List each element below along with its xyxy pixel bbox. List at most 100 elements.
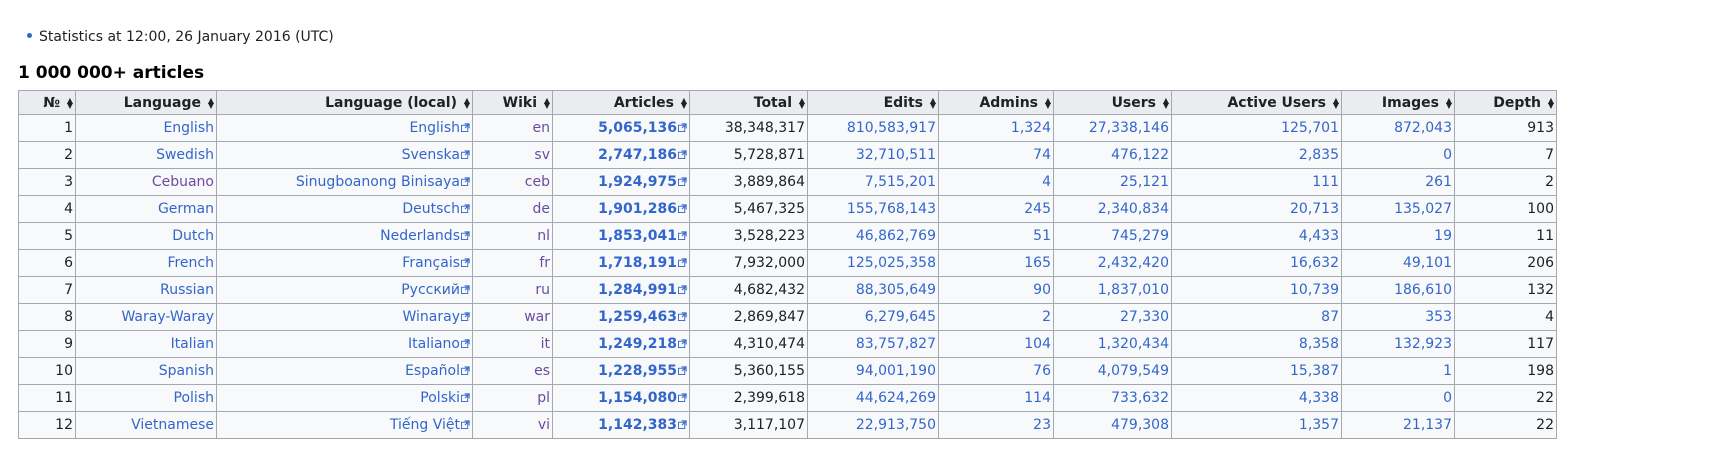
sort-arrows-icon[interactable]: ▲ ▼ — [796, 96, 805, 109]
active-link[interactable]: 4,433 — [1299, 228, 1339, 244]
external-link-icon[interactable] — [678, 392, 687, 402]
wiki-link[interactable]: de — [533, 201, 551, 217]
external-link-icon[interactable] — [461, 176, 470, 186]
articles-link[interactable]: 1,901,286 — [598, 201, 677, 217]
local-link[interactable]: Winaray — [403, 309, 461, 325]
external-link-icon[interactable] — [461, 284, 470, 294]
wiki-link[interactable]: pl — [537, 390, 550, 406]
local-link[interactable]: Français — [402, 255, 460, 271]
local-link[interactable]: Sinugboanong Binisaya — [296, 174, 460, 190]
local-link[interactable]: Svenska — [402, 147, 460, 163]
users-link[interactable]: 1,320,434 — [1098, 336, 1169, 352]
articles-link[interactable]: 1,259,463 — [598, 309, 677, 325]
edits-link[interactable]: 46,862,769 — [856, 228, 936, 244]
images-link[interactable]: 872,043 — [1394, 120, 1452, 136]
external-link-icon[interactable] — [461, 419, 470, 429]
admins-link[interactable]: 74 — [1033, 147, 1051, 163]
header-total[interactable]: Total ▲ ▼ — [689, 90, 808, 115]
admins-link[interactable]: 2 — [1042, 309, 1051, 325]
local-link[interactable]: Italiano — [408, 336, 460, 352]
articles-link[interactable]: 1,718,191 — [598, 255, 677, 271]
header-language-local[interactable]: Language (local) ▲ ▼ — [216, 90, 473, 115]
wiki-link[interactable]: war — [524, 309, 550, 325]
images-link[interactable]: 21,137 — [1403, 417, 1452, 433]
external-link-icon[interactable] — [678, 284, 687, 294]
language-link[interactable]: Russian — [160, 282, 214, 298]
external-link-icon[interactable] — [461, 257, 470, 267]
admins-link[interactable]: 1,324 — [1011, 120, 1051, 136]
sort-arrows-icon[interactable]: ▲ ▼ — [1443, 96, 1452, 109]
admins-link[interactable]: 23 — [1033, 417, 1051, 433]
external-link-icon[interactable] — [678, 365, 687, 375]
edits-link[interactable]: 810,583,917 — [847, 120, 936, 136]
edits-link[interactable]: 6,279,645 — [865, 309, 936, 325]
images-link[interactable]: 0 — [1443, 390, 1452, 406]
external-link-icon[interactable] — [678, 203, 687, 213]
external-link-icon[interactable] — [678, 338, 687, 348]
active-link[interactable]: 111 — [1312, 174, 1339, 190]
users-link[interactable]: 2,340,834 — [1098, 201, 1169, 217]
articles-link[interactable]: 1,924,975 — [598, 174, 677, 190]
language-link[interactable]: French — [167, 255, 214, 271]
header-images[interactable]: Images ▲ ▼ — [1341, 90, 1455, 115]
articles-link[interactable]: 1,154,080 — [598, 390, 677, 406]
wiki-link[interactable]: ceb — [525, 174, 550, 190]
users-link[interactable]: 27,338,146 — [1089, 120, 1169, 136]
external-link-icon[interactable] — [461, 311, 470, 321]
external-link-icon[interactable] — [678, 257, 687, 267]
edits-link[interactable]: 83,757,827 — [856, 336, 936, 352]
local-link[interactable]: Deutsch — [402, 201, 460, 217]
users-link[interactable]: 479,308 — [1111, 417, 1169, 433]
images-link[interactable]: 135,027 — [1394, 201, 1452, 217]
external-link-icon[interactable] — [461, 203, 470, 213]
images-link[interactable]: 353 — [1425, 309, 1452, 325]
admins-link[interactable]: 76 — [1033, 363, 1051, 379]
wiki-link[interactable]: nl — [537, 228, 550, 244]
language-link[interactable]: Italian — [171, 336, 214, 352]
edits-link[interactable]: 125,025,358 — [847, 255, 936, 271]
external-link-icon[interactable] — [461, 392, 470, 402]
edits-link[interactable]: 7,515,201 — [865, 174, 936, 190]
header-edits[interactable]: Edits ▲ ▼ — [807, 90, 939, 115]
local-link[interactable]: Tiếng Việt — [390, 417, 460, 433]
active-link[interactable]: 15,387 — [1290, 363, 1339, 379]
images-link[interactable]: 261 — [1425, 174, 1452, 190]
external-link-icon[interactable] — [461, 365, 470, 375]
external-link-icon[interactable] — [461, 338, 470, 348]
header-active-users[interactable]: Active Users ▲ ▼ — [1171, 90, 1342, 115]
external-link-icon[interactable] — [678, 149, 687, 159]
users-link[interactable]: 4,079,549 — [1098, 363, 1169, 379]
language-link[interactable]: English — [163, 120, 214, 136]
header-wiki[interactable]: Wiki ▲ ▼ — [472, 90, 553, 115]
edits-link[interactable]: 22,913,750 — [856, 417, 936, 433]
admins-link[interactable]: 4 — [1042, 174, 1051, 190]
images-link[interactable]: 1 — [1443, 363, 1452, 379]
language-link[interactable]: Waray-Waray — [121, 309, 214, 325]
language-link[interactable]: Swedish — [156, 147, 214, 163]
active-link[interactable]: 4,338 — [1299, 390, 1339, 406]
active-link[interactable]: 20,713 — [1290, 201, 1339, 217]
language-link[interactable]: Dutch — [172, 228, 214, 244]
wiki-link[interactable]: vi — [538, 417, 550, 433]
language-link[interactable]: Polish — [174, 390, 214, 406]
wiki-link[interactable]: fr — [539, 255, 550, 271]
sort-arrows-icon[interactable]: ▲ ▼ — [461, 96, 470, 109]
active-link[interactable]: 125,701 — [1281, 120, 1339, 136]
language-link[interactable]: Cebuano — [152, 174, 214, 190]
active-link[interactable]: 16,632 — [1290, 255, 1339, 271]
edits-link[interactable]: 32,710,511 — [856, 147, 936, 163]
sort-arrows-icon[interactable]: ▲ ▼ — [1545, 96, 1554, 109]
header-articles[interactable]: Articles ▲ ▼ — [552, 90, 690, 115]
users-link[interactable]: 1,837,010 — [1098, 282, 1169, 298]
header-admins[interactable]: Admins ▲ ▼ — [938, 90, 1054, 115]
wiki-link[interactable]: en — [533, 120, 551, 136]
local-link[interactable]: Nederlands — [380, 228, 460, 244]
sort-arrows-icon[interactable]: ▲ ▼ — [1160, 96, 1169, 109]
edits-link[interactable]: 88,305,649 — [856, 282, 936, 298]
wiki-link[interactable]: it — [541, 336, 550, 352]
edits-link[interactable]: 94,001,190 — [856, 363, 936, 379]
local-link[interactable]: Polski — [420, 390, 460, 406]
active-link[interactable]: 87 — [1321, 309, 1339, 325]
language-link[interactable]: German — [158, 201, 214, 217]
header-no[interactable]: № ▲ ▼ — [18, 90, 76, 115]
